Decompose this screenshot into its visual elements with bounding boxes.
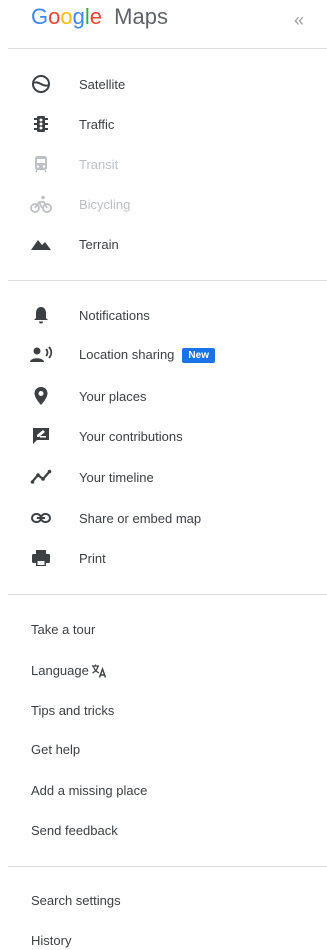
- menu-item-location-sharing[interactable]: Location sharing New: [0, 335, 327, 375]
- menu-item-label: Bicycling: [79, 196, 131, 212]
- printer-icon: [29, 546, 53, 570]
- divider: [8, 48, 327, 49]
- menu-item-traffic[interactable]: Traffic: [0, 104, 327, 144]
- transit-icon: [29, 152, 53, 176]
- traffic-icon: [29, 112, 53, 136]
- menu-item-label: Traffic: [79, 116, 115, 132]
- link-icon: [29, 506, 53, 530]
- menu-header: Google Maps «: [0, 0, 327, 48]
- menu-item-satellite[interactable]: Satellite: [0, 64, 327, 104]
- location-sharing-label: Location sharing: [79, 347, 175, 362]
- menu-item-search-settings[interactable]: Search settings: [31, 885, 321, 917]
- location-sharing-icon: [29, 343, 53, 367]
- double-chevron-left-icon: «: [293, 10, 304, 30]
- logo-letter: G: [31, 4, 49, 29]
- divider: [8, 280, 327, 281]
- menu-item-get-help[interactable]: Get help: [31, 734, 321, 766]
- language-label: Language: [31, 663, 89, 678]
- menu-item-label: Print: [79, 550, 106, 566]
- menu-item-your-timeline[interactable]: Your timeline: [0, 457, 327, 497]
- logo-letter: e: [89, 4, 103, 29]
- menu-item-terrain[interactable]: Terrain: [0, 224, 327, 264]
- logo-letter: g: [72, 4, 85, 29]
- new-badge: New: [182, 348, 215, 363]
- menu-item-share-embed[interactable]: Share or embed map: [0, 498, 327, 538]
- menu-item-label: Location sharing New: [79, 347, 215, 363]
- menu-item-tips-and-tricks[interactable]: Tips and tricks: [31, 695, 321, 727]
- menu-item-print[interactable]: Print: [0, 538, 327, 578]
- menu-item-label: Your contributions: [79, 428, 183, 444]
- collapse-menu-button[interactable]: «: [287, 8, 311, 32]
- menu-item-language[interactable]: Language: [31, 655, 321, 687]
- logo-letter: o: [60, 4, 73, 29]
- menu-item-take-a-tour[interactable]: Take a tour: [31, 614, 321, 646]
- bicycling-icon: [29, 192, 53, 216]
- menu-item-bicycling[interactable]: Bicycling: [0, 184, 327, 224]
- menu-item-label: Your timeline: [79, 469, 154, 485]
- menu-item-notifications[interactable]: Notifications: [0, 295, 327, 335]
- menu-item-your-places[interactable]: Your places: [0, 376, 327, 416]
- menu-item-history[interactable]: History: [31, 925, 321, 950]
- logo-letter: o: [48, 4, 61, 29]
- google-maps-logo: Google Maps: [31, 4, 168, 30]
- menu-item-add-missing-place[interactable]: Add a missing place: [31, 775, 321, 807]
- menu-item-label: Share or embed map: [79, 510, 202, 526]
- menu-item-label: Satellite: [79, 76, 126, 92]
- menu-item-label: Terrain: [79, 236, 119, 252]
- bell-icon: [29, 303, 53, 327]
- menu-item-send-feedback[interactable]: Send feedback: [31, 815, 321, 847]
- menu-item-label: Transit: [79, 156, 119, 172]
- divider: [8, 866, 327, 867]
- contributions-icon: [29, 424, 53, 448]
- timeline-icon: [29, 465, 53, 489]
- translate-icon: [91, 658, 107, 690]
- terrain-icon: [29, 232, 53, 256]
- divider: [8, 594, 327, 595]
- map-pin-icon: [29, 384, 53, 408]
- logo-maps-word: Maps: [114, 4, 168, 29]
- menu-item-label: Your places: [79, 388, 147, 404]
- menu-item-label: Notifications: [79, 307, 150, 323]
- menu-item-transit[interactable]: Transit: [0, 144, 327, 184]
- satellite-icon: [29, 72, 53, 96]
- menu-item-your-contributions[interactable]: Your contributions: [0, 416, 327, 456]
